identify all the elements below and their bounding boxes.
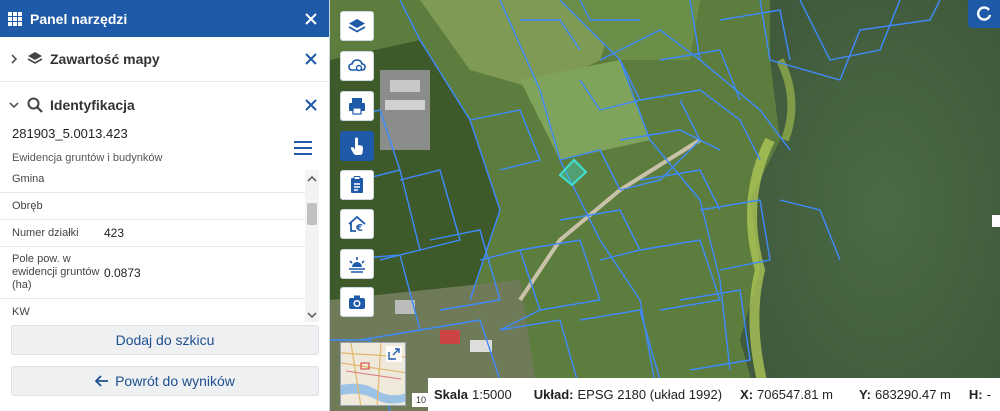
crs-value[interactable]: EPSG 2180 (układ 1992) — [577, 387, 722, 402]
chevron-down-icon — [9, 101, 19, 108]
close-identification-button[interactable] — [301, 95, 321, 115]
table-row: Numer działki 423 — [0, 220, 305, 247]
hand-pointer-icon — [350, 137, 363, 155]
cloud-layers-icon — [348, 59, 366, 72]
tool-panel: Panel narzędzi Zawartość mapy Identyfika… — [0, 0, 330, 411]
chevron-up-icon — [307, 175, 317, 182]
button-label: Powrót do wyników — [115, 373, 235, 389]
close-icon — [305, 98, 317, 111]
table-row: Obręb — [0, 193, 305, 220]
hamburger-menu-icon[interactable] — [294, 141, 312, 155]
attr-value: 0.0873 — [104, 265, 141, 280]
home-euro-icon: € — [348, 215, 366, 234]
x-coord-value: 706547.81 m — [757, 387, 833, 402]
map-right-scroll[interactable] — [992, 215, 1000, 227]
add-to-sketch-button[interactable]: Dodaj do szkicu — [11, 325, 319, 355]
scale-label: Skala — [434, 387, 468, 402]
attr-value: 423 — [104, 226, 125, 240]
scroll-thumb[interactable] — [307, 203, 317, 225]
attr-label: Gmina — [12, 172, 45, 185]
attr-label: Obręb — [12, 199, 43, 212]
parcel-id: 281903_5.0013.423 — [12, 126, 128, 141]
clipboard-tool-button[interactable] — [340, 170, 374, 200]
arrow-left-icon — [95, 375, 109, 387]
close-map-contents-button[interactable] — [301, 49, 321, 69]
camera-tool-button[interactable] — [340, 287, 374, 317]
y-coord-label: Y: — [858, 387, 871, 402]
section-title: Identyfikacja — [50, 96, 135, 113]
cloud-layers-tool-button[interactable] — [340, 51, 374, 81]
height-label: H: — [968, 387, 983, 402]
layers-tool-button[interactable] — [340, 11, 374, 41]
button-label: Dodaj do szkicu — [115, 332, 215, 348]
layers-icon — [348, 19, 366, 33]
overview-map[interactable] — [340, 342, 406, 406]
identify-tool-button[interactable] — [340, 131, 374, 161]
svg-text:€: € — [355, 223, 363, 234]
x-coord-label: X: — [740, 387, 754, 402]
search-icon — [27, 97, 43, 113]
refresh-icon — [977, 6, 992, 21]
attr-label: Numer działki — [12, 226, 79, 239]
close-icon — [305, 53, 317, 65]
height-value: - — [986, 387, 991, 402]
print-icon — [349, 98, 365, 115]
attribute-scrollbar[interactable] — [305, 170, 319, 322]
close-panel-button[interactable] — [301, 9, 321, 29]
sunrise-icon — [349, 257, 365, 273]
print-tool-button[interactable] — [340, 91, 374, 121]
scroll-down-button[interactable] — [305, 308, 319, 322]
panel-title: Panel narzędzi — [30, 10, 128, 27]
scroll-up-button[interactable] — [305, 172, 319, 186]
attr-label: Pole pow. w ewidencji gruntów (ha) — [12, 253, 100, 291]
close-icon — [305, 12, 317, 25]
expand-overview-button[interactable] — [386, 346, 402, 362]
price-tool-button[interactable]: € — [340, 209, 374, 239]
table-row: KW — [0, 299, 305, 322]
layer-name: Ewidencja gruntów i budynków — [12, 152, 163, 164]
layers-icon — [27, 52, 43, 64]
table-row: Pole pow. w ewidencji gruntów (ha) 0.087… — [0, 247, 305, 299]
section-identification[interactable]: Identyfikacja — [0, 82, 329, 127]
crs-label: Układ: — [533, 387, 574, 402]
sun-tool-button[interactable] — [340, 249, 374, 279]
apps-grid-icon[interactable] — [8, 11, 22, 26]
back-to-results-button[interactable]: Powrót do wyników — [11, 366, 319, 396]
clipboard-icon — [351, 176, 363, 193]
camera-icon — [349, 295, 365, 309]
expand-icon — [388, 348, 400, 360]
attribute-table: Gmina Obręb Numer działki 423 Pole pow. … — [0, 166, 305, 322]
section-title: Zawartość mapy — [50, 51, 160, 67]
table-row: Gmina — [0, 166, 305, 193]
chevron-right-icon — [11, 54, 18, 64]
y-coord-value: 683290.47 m — [874, 387, 951, 402]
section-map-contents[interactable]: Zawartość mapy — [0, 37, 329, 82]
attr-label: KW — [12, 306, 30, 318]
scale-value[interactable]: 1:5000 — [472, 387, 512, 402]
status-bar: Skala 1:5000 Układ: EPSG 2180 (układ 199… — [428, 378, 1000, 411]
chevron-down-icon — [307, 312, 317, 319]
top-right-button[interactable] — [968, 0, 1000, 28]
panel-header: Panel narzędzi — [0, 0, 329, 37]
